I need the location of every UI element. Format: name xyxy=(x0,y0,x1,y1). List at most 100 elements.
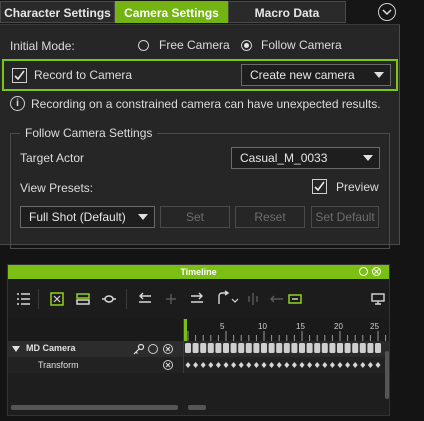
transform-key-marker[interactable] xyxy=(193,362,199,368)
follow-camera-radio[interactable] xyxy=(241,40,252,51)
horizontal-scrollbar-left[interactable] xyxy=(11,405,178,410)
clip-key-marker[interactable] xyxy=(238,343,245,353)
track-list-header xyxy=(8,319,184,341)
transform-key-marker[interactable] xyxy=(360,362,366,368)
transform-key-marker[interactable] xyxy=(291,362,297,368)
clip-key-marker[interactable] xyxy=(276,343,283,353)
select-range-icon[interactable] xyxy=(48,290,66,308)
clip-key-marker[interactable] xyxy=(268,343,275,353)
clip-key-marker[interactable] xyxy=(352,343,359,353)
clip-key-marker[interactable] xyxy=(230,343,237,353)
vertical-scrollbar[interactable] xyxy=(385,351,389,399)
horizontal-scrollbar-right[interactable] xyxy=(188,405,206,410)
transform-key-marker[interactable] xyxy=(223,362,229,368)
timeline-ruler[interactable]: 5 10 15 20 25 xyxy=(184,319,389,341)
transform-key-marker[interactable] xyxy=(314,362,320,368)
clip-key-marker[interactable] xyxy=(207,343,214,353)
transform-key-marker[interactable] xyxy=(367,362,373,368)
transform-key-marker[interactable] xyxy=(238,362,244,368)
view-presets-label: View Presets: xyxy=(20,181,94,195)
transform-key-marker[interactable] xyxy=(337,362,343,368)
remove-track-icon[interactable] xyxy=(163,360,173,370)
prev-key-icon[interactable] xyxy=(136,290,154,308)
free-camera-radio[interactable] xyxy=(138,40,149,51)
transform-key-marker[interactable] xyxy=(299,362,305,368)
clip-key-marker[interactable] xyxy=(299,343,305,353)
remove-track-icon[interactable] xyxy=(163,344,173,354)
clip-key-marker[interactable] xyxy=(283,343,290,353)
md-camera-key-lane[interactable] xyxy=(184,341,389,357)
refresh-icon[interactable] xyxy=(359,267,368,276)
clip-key-marker[interactable] xyxy=(314,343,321,353)
transform-key-marker[interactable] xyxy=(246,362,252,368)
lock-icon[interactable] xyxy=(148,344,158,354)
transform-key-marker[interactable] xyxy=(322,362,328,368)
preview-label[interactable]: Preview xyxy=(336,180,379,194)
transform-key-marker[interactable] xyxy=(261,362,267,368)
track-md-camera[interactable]: MD Camera xyxy=(8,341,184,357)
follow-camera-label[interactable]: Follow Camera xyxy=(261,38,342,52)
clip-key-marker[interactable] xyxy=(185,343,191,353)
transform-key-marker[interactable] xyxy=(307,362,313,368)
clip-key-marker[interactable] xyxy=(329,343,336,353)
transform-key-lane[interactable] xyxy=(184,357,389,373)
transform-key-marker[interactable] xyxy=(276,362,282,368)
transform-key-marker[interactable] xyxy=(345,362,351,368)
clip-key-marker[interactable] xyxy=(291,343,298,353)
insert-key-dropdown-icon[interactable] xyxy=(214,290,240,308)
clip-key-marker[interactable] xyxy=(375,343,381,353)
transform-key-marker[interactable] xyxy=(352,362,358,368)
record-to-camera-label[interactable]: Record to Camera xyxy=(34,68,132,82)
transform-key-marker[interactable] xyxy=(200,362,206,368)
tab-character-settings[interactable]: Character Settings xyxy=(0,1,115,23)
preview-checkbox[interactable] xyxy=(312,179,327,194)
clip-key-marker[interactable] xyxy=(192,343,199,353)
transform-key-marker[interactable] xyxy=(375,362,381,368)
clip-key-marker[interactable] xyxy=(344,343,351,353)
set-default-button[interactable]: Set Default xyxy=(311,206,379,228)
transform-key-marker[interactable] xyxy=(208,362,214,368)
transform-key-marker[interactable] xyxy=(215,362,221,368)
clip-key-marker[interactable] xyxy=(261,343,267,353)
view-preset-dropdown[interactable]: Full Shot (Default) xyxy=(20,206,155,228)
set-button[interactable]: Set xyxy=(160,206,230,228)
track-transform[interactable]: Transform xyxy=(8,357,184,373)
record-to-camera-checkbox[interactable] xyxy=(12,68,27,83)
next-key-icon[interactable] xyxy=(188,290,206,308)
transform-key-marker[interactable] xyxy=(329,362,335,368)
track-list-icon[interactable] xyxy=(14,290,32,308)
clip-key-marker[interactable] xyxy=(245,343,252,353)
reset-button[interactable]: Reset xyxy=(235,206,305,228)
tab-macro-data[interactable]: Macro Data xyxy=(228,1,346,23)
view-preset-value: Full Shot (Default) xyxy=(29,210,126,224)
expand-triangle-icon[interactable] xyxy=(12,345,20,353)
collapse-tracks-icon[interactable] xyxy=(74,290,92,308)
free-camera-label[interactable]: Free Camera xyxy=(159,38,230,52)
transform-key-marker[interactable] xyxy=(269,362,275,368)
close-icon[interactable] xyxy=(372,267,381,276)
motion-clip-icon[interactable] xyxy=(100,290,118,308)
tab-camera-settings[interactable]: Camera Settings xyxy=(115,1,228,23)
clip-key-marker[interactable] xyxy=(321,343,328,353)
clip-key-marker[interactable] xyxy=(200,343,207,353)
transform-key-marker[interactable] xyxy=(231,362,237,368)
range-marker-icon[interactable] xyxy=(286,290,304,308)
key-icon[interactable] xyxy=(133,343,145,355)
track-label: Transform xyxy=(38,360,79,370)
chevron-down-icon[interactable] xyxy=(378,3,396,21)
transform-key-marker[interactable] xyxy=(185,362,191,368)
display-options-icon[interactable] xyxy=(369,290,387,308)
transform-key-marker[interactable] xyxy=(253,362,259,368)
clip-key-marker[interactable] xyxy=(215,343,222,353)
target-actor-dropdown[interactable]: Casual_M_0033 xyxy=(231,147,380,169)
clip-key-marker[interactable] xyxy=(253,343,260,353)
toolbar-divider xyxy=(126,289,127,309)
clip-key-marker[interactable] xyxy=(223,343,229,353)
timeline-panel: Timeline 5 10 15 20 25 MD Camera Transfo… xyxy=(7,264,390,416)
clip-key-marker[interactable] xyxy=(367,343,374,353)
transform-key-marker[interactable] xyxy=(284,362,290,368)
camera-target-dropdown[interactable]: Create new camera xyxy=(241,64,391,86)
clip-key-marker[interactable] xyxy=(359,343,366,353)
clip-key-marker[interactable] xyxy=(306,343,313,353)
clip-key-marker[interactable] xyxy=(337,343,343,353)
